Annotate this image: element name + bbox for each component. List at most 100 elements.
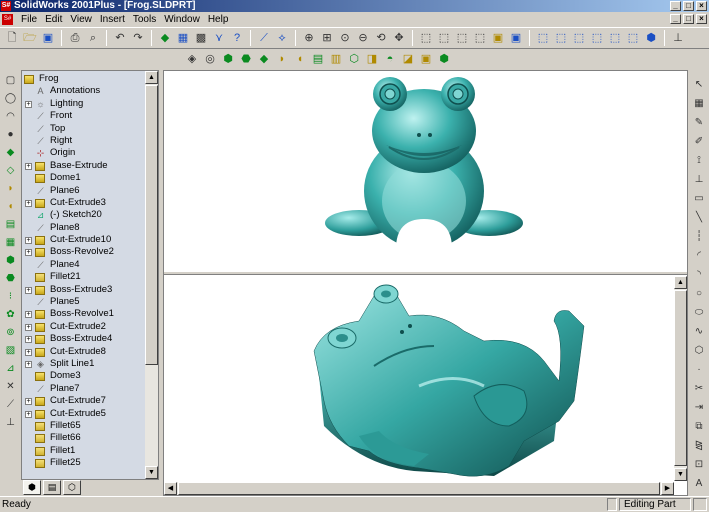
expand-icon[interactable]: + <box>25 311 32 319</box>
undo-icon[interactable]: ↶ <box>112 30 128 46</box>
tree-item[interactable]: ⟋ Plane6 <box>22 185 146 197</box>
line-icon[interactable]: ⟋ <box>256 30 272 46</box>
wireframe-icon[interactable]: ⬚ <box>418 30 434 46</box>
sketch-icon[interactable]: ✎ <box>692 116 706 130</box>
menu-help[interactable]: Help <box>204 12 233 27</box>
print-preview-icon[interactable]: ⌕ <box>85 30 101 46</box>
hole-wizard-icon[interactable]: ⊚ <box>4 326 18 340</box>
circle-icon[interactable]: ○ <box>692 287 706 301</box>
mirror-tool-icon[interactable]: ⬣ <box>4 272 18 286</box>
top-view-icon[interactable]: ⬚ <box>607 30 623 46</box>
tree-item[interactable]: + Cut-Extrude8 <box>22 346 146 358</box>
point-tool-icon[interactable]: ● <box>4 128 18 142</box>
minimize-button[interactable]: _ <box>670 1 681 11</box>
rotate-icon[interactable]: ⟲ <box>373 30 389 46</box>
tree-item[interactable]: + ◈ Split Line1 <box>22 358 146 370</box>
select-tool-icon[interactable]: ▢ <box>4 74 18 88</box>
revolve-icon[interactable]: ◎ <box>202 51 218 67</box>
back-view-icon[interactable]: ⬚ <box>553 30 569 46</box>
fillet-icon[interactable]: ◗ <box>274 51 290 67</box>
tree-item[interactable]: Dome3 <box>22 370 146 382</box>
tree-item[interactable]: ⟋ Right <box>22 135 146 147</box>
expand-icon[interactable]: + <box>25 249 32 257</box>
tree-item[interactable]: Dome1 <box>22 172 146 184</box>
graphics-area[interactable]: ▲ ▼ ◀ ▶ <box>163 70 688 496</box>
doc-restore-button[interactable]: □ <box>683 14 694 24</box>
split-icon[interactable]: ◪ <box>400 51 416 67</box>
expand-icon[interactable]: + <box>25 323 32 331</box>
extend-icon[interactable]: ⇥ <box>692 401 706 415</box>
viewport-scroll-up-button[interactable]: ▲ <box>674 276 687 289</box>
arc-tool-icon[interactable]: ◠ <box>4 110 18 124</box>
rectangle-icon[interactable]: ▭ <box>692 192 706 206</box>
isometric-view-icon[interactable]: ⬢ <box>643 30 659 46</box>
tree-item[interactable]: + Boss-Extrude3 <box>22 284 146 296</box>
split-tool-icon[interactable]: ▧ <box>4 344 18 358</box>
draft-icon[interactable]: ▥ <box>328 51 344 67</box>
tree-item[interactable]: A Annotations <box>22 85 146 97</box>
tree-item[interactable]: + Cut-Extrude2 <box>22 321 146 333</box>
perspective-icon[interactable]: ▣ <box>508 30 524 46</box>
view-orientation-icon[interactable]: ⊥ <box>670 30 686 46</box>
tree-root-frog[interactable]: Frog <box>22 73 146 85</box>
grid-icon[interactable]: ▩ <box>193 30 209 46</box>
solidworks-app-icon[interactable]: S# <box>1 1 11 11</box>
tree-item[interactable]: + Base-Extrude <box>22 160 146 172</box>
spline-icon[interactable]: ∿ <box>692 325 706 339</box>
expand-icon[interactable]: + <box>25 199 32 207</box>
hidden-removed-icon[interactable]: ⬚ <box>454 30 470 46</box>
pattern-tool-icon[interactable]: ⬢ <box>4 254 18 268</box>
measure-icon[interactable]: ⟡ <box>274 30 290 46</box>
options-icon[interactable]: ▦ <box>175 30 191 46</box>
zoom-in-icon[interactable]: ⊙ <box>337 30 353 46</box>
tree-item[interactable]: Fillet65 <box>22 420 146 432</box>
new-icon[interactable]: 🗋 <box>4 30 20 46</box>
extrude-tool-icon[interactable]: ◆ <box>4 146 18 160</box>
tree-item[interactable]: Fillet21 <box>22 271 146 283</box>
tree-item[interactable]: ⊹ Origin <box>22 147 146 159</box>
menu-view[interactable]: View <box>66 12 96 27</box>
cut-icon[interactable]: ◆ <box>256 51 272 67</box>
rebuild-icon[interactable]: ◆ <box>157 30 173 46</box>
tree-item[interactable]: + Boss-Revolve2 <box>22 246 146 258</box>
expand-icon[interactable]: + <box>25 100 32 108</box>
expand-icon[interactable]: + <box>25 398 32 406</box>
doc-close-button[interactable]: × <box>696 14 707 24</box>
viewport-scroll-thumb[interactable] <box>674 290 687 466</box>
viewport-vertical-scrollbar[interactable]: ▲ ▼ <box>674 276 687 481</box>
tree-item[interactable]: ⟋ Plane4 <box>22 259 146 271</box>
feature-manager-tab[interactable]: ⬢ <box>23 480 41 495</box>
viewport-horizontal-scrollbar[interactable]: ◀ ▶ <box>164 482 674 495</box>
expand-icon[interactable]: + <box>25 348 32 356</box>
shaded-edges-icon[interactable]: ⬚ <box>472 30 488 46</box>
smart-dimension-icon[interactable]: ⟟ <box>692 154 706 168</box>
feature-palette-icon[interactable]: ⬢ <box>436 51 452 67</box>
tree-item[interactable]: + Cut-Extrude7 <box>22 395 146 407</box>
circle-tool-icon[interactable]: ◯ <box>4 92 18 106</box>
bottom-view-icon[interactable]: ⬚ <box>625 30 641 46</box>
open-icon[interactable]: 🗁 <box>22 30 38 46</box>
doc-minimize-button[interactable]: _ <box>670 14 681 24</box>
line-tool-icon[interactable]: ╲ <box>692 211 706 225</box>
tree-item[interactable]: + Boss-Extrude4 <box>22 333 146 345</box>
menu-edit[interactable]: Edit <box>41 12 66 27</box>
shaded-icon[interactable]: ▣ <box>490 30 506 46</box>
zoom-fit-icon[interactable]: ⊕ <box>301 30 317 46</box>
menu-file[interactable]: File <box>17 12 41 27</box>
viewport-hscroll-thumb[interactable] <box>178 482 660 495</box>
right-view-icon[interactable]: ⬚ <box>589 30 605 46</box>
redo-icon[interactable]: ↷ <box>130 30 146 46</box>
sketch-tool-icon[interactable]: ⋎ <box>211 30 227 46</box>
expand-icon[interactable]: + <box>25 286 32 294</box>
fillet-tool-icon[interactable]: ◗ <box>4 182 18 196</box>
front-view-icon[interactable]: ⬚ <box>535 30 551 46</box>
viewport-scroll-right-button[interactable]: ▶ <box>661 482 674 495</box>
tree-item[interactable]: Fillet1 <box>22 445 146 457</box>
sweep-icon[interactable]: ⬢ <box>220 51 236 67</box>
feature-tree-scrollbar[interactable]: ▲ ▼ <box>145 71 158 479</box>
arc-icon[interactable]: ◜ <box>692 249 706 263</box>
add-relation-icon[interactable]: ⊥ <box>692 173 706 187</box>
tangent-arc-icon[interactable]: ◝ <box>692 268 706 282</box>
point-icon[interactable]: · <box>692 363 706 377</box>
left-view-icon[interactable]: ⬚ <box>571 30 587 46</box>
